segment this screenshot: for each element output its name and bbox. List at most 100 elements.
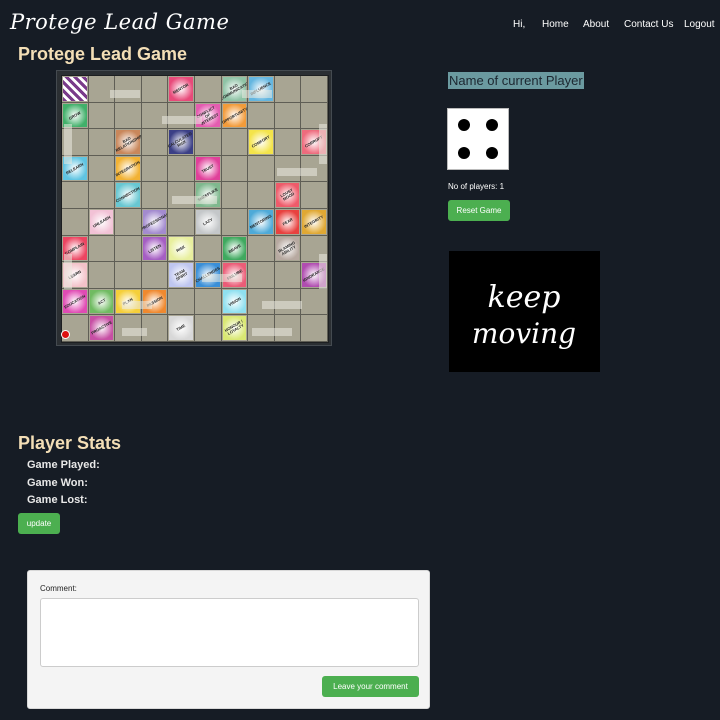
- board-cell: LISTEN: [141, 235, 169, 263]
- board-path-arrow: [277, 168, 317, 176]
- board-cell: [62, 182, 89, 209]
- motto-line-2: moving: [472, 317, 576, 350]
- board-cell: [195, 129, 222, 156]
- board-cell: MENTORING: [248, 209, 275, 236]
- player-token: [61, 330, 70, 339]
- board-cell: [195, 76, 222, 103]
- dice-pip: [486, 119, 498, 131]
- game-board[interactable]: MENTOR BAD COMMUNICATION INFLUENCE GROW CONF…: [61, 75, 329, 343]
- board-cell: [195, 315, 222, 342]
- board-cell: [168, 288, 195, 316]
- board-path-arrow: [162, 116, 202, 124]
- board-path-arrow: [122, 301, 152, 309]
- nav-contact-link[interactable]: Contact Us: [624, 19, 673, 30]
- nav-home-link[interactable]: Home: [542, 19, 569, 30]
- board-cell: [248, 102, 275, 130]
- board-path-arrow: [252, 328, 292, 336]
- board-cell: RISK: [168, 235, 195, 263]
- board-path-arrow: [172, 196, 217, 204]
- board-cell: [88, 262, 116, 289]
- leave-comment-button[interactable]: Leave your comment: [322, 676, 419, 697]
- reset-game-button[interactable]: Reset Game: [448, 200, 510, 221]
- brand-logo[interactable]: Protege Lead Game: [10, 10, 229, 34]
- board-cell: [88, 182, 116, 209]
- board-cell: [274, 262, 302, 289]
- comment-card: Comment: Leave your comment: [27, 570, 430, 709]
- board-cell: [248, 155, 275, 183]
- finish-square: [63, 77, 87, 101]
- board-cell: [274, 129, 302, 156]
- current-player-name: Name of current Player: [448, 72, 584, 89]
- board-cell: [115, 262, 142, 289]
- board-cell: UNLEARN: [88, 209, 116, 236]
- update-stats-button[interactable]: update: [18, 513, 60, 534]
- board-path-arrow: [110, 90, 140, 98]
- motto-line-1: keep: [488, 280, 561, 315]
- board-cell: [88, 235, 116, 263]
- game-title: Protege Lead Game: [18, 44, 188, 64]
- board-cell: [301, 288, 328, 316]
- players-count: No of players: 1: [448, 182, 505, 191]
- comment-label: Comment:: [40, 584, 77, 593]
- board-path-arrow: [64, 124, 72, 164]
- board-cell: [301, 182, 328, 209]
- board-cell: INTEGRITY: [301, 209, 328, 236]
- board-path-arrow: [262, 301, 302, 309]
- board-cell: [88, 155, 116, 183]
- board-cell: CALCULATED RISK: [168, 129, 195, 156]
- board-cell: [88, 102, 116, 130]
- board-cell: [221, 129, 249, 156]
- dice-button[interactable]: [447, 108, 509, 170]
- keep-moving-lettering: keep moving: [472, 280, 576, 350]
- nav-logout-link[interactable]: Logout: [684, 19, 715, 30]
- board-cell: LAZY: [195, 209, 222, 236]
- board-cell: [248, 182, 275, 209]
- board-cell: [115, 235, 142, 263]
- board-cell: [301, 315, 328, 342]
- comment-textarea[interactable]: [40, 598, 419, 667]
- board-path-arrow: [122, 328, 147, 336]
- board-path-arrow: [242, 90, 272, 98]
- board-cell: [221, 209, 249, 236]
- board-cell: [248, 235, 275, 263]
- player-stats-title: Player Stats: [18, 433, 122, 453]
- board-cell: FEAR: [274, 209, 302, 236]
- board-cell: [141, 262, 169, 289]
- board-cell: [195, 235, 222, 263]
- board-cell: CONNECTION: [115, 182, 142, 209]
- board-cell: [115, 209, 142, 236]
- board-cell: [168, 155, 195, 183]
- board-cell: [141, 155, 169, 183]
- board-cell: OPPORTUNITY: [221, 102, 249, 130]
- board-cell: BRAVE: [221, 235, 249, 263]
- board-cell: [62, 76, 89, 103]
- board-cell: COMFORT: [248, 129, 275, 156]
- nav-greeting: Hi,: [513, 19, 526, 30]
- board-cell: EDUCATION: [62, 288, 89, 316]
- board-cell: VISION: [221, 288, 249, 316]
- board-cell: TRUST: [195, 155, 222, 183]
- board-cell: [274, 76, 302, 103]
- board-cell: [168, 209, 195, 236]
- dice-pip: [458, 119, 470, 131]
- board-path-arrow: [202, 274, 242, 282]
- board-cell: [115, 102, 142, 130]
- board-cell: BAD RELATIONSHIP: [115, 129, 142, 156]
- nav-about-link[interactable]: About: [583, 19, 609, 30]
- board-cell: PROACTIVE: [88, 315, 116, 342]
- board-cell: BLAMING ABILITY: [274, 235, 302, 263]
- board-cell: [301, 76, 328, 103]
- board-cell: [221, 155, 249, 183]
- board-cell: PROFESSIONAL: [141, 209, 169, 236]
- board-cell: [141, 182, 169, 209]
- board-cell: [141, 76, 169, 103]
- board-cell: TIME: [168, 315, 195, 342]
- board-cell: ACT: [88, 288, 116, 316]
- board-cell: TEAM SPIRIT: [168, 262, 195, 289]
- board-cell: LOUSY MOOD: [274, 182, 302, 209]
- board-path-arrow: [319, 124, 327, 164]
- board-cell: [248, 262, 275, 289]
- dice-pip: [458, 147, 470, 159]
- board-cell: [195, 288, 222, 316]
- board-cell: [221, 182, 249, 209]
